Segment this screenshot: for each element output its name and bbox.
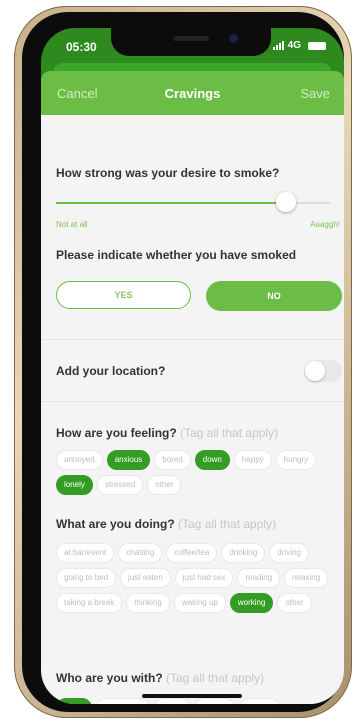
tag-coffee-tea[interactable]: coffee/tea [166, 543, 218, 563]
tag-taking-a-break[interactable]: taking a break [56, 593, 123, 613]
tag-other[interactable]: other [147, 475, 182, 495]
tag-happy[interactable]: happy [233, 450, 272, 470]
desire-question: How strong was your desire to smoke? [56, 166, 280, 180]
feeling-hint: (Tag all that apply) [180, 426, 279, 440]
tag-driving[interactable]: driving [269, 543, 309, 563]
feeling-tags: annoyed anxious bored down happy hungry lonely… [56, 450, 326, 495]
tag-partner[interactable]: partner [238, 698, 281, 704]
tag-down[interactable]: down [194, 450, 230, 470]
tag-alone[interactable]: alone [56, 698, 92, 704]
status-icons: 4G [272, 40, 326, 51]
tag-stressed[interactable]: stressed [96, 475, 144, 495]
doing-tags: at bar/event chatting coffee/tea drinking dr… [56, 543, 332, 613]
slider-min-label: Not at all [56, 220, 88, 229]
tag-hungry[interactable]: hungry [275, 450, 317, 470]
tag-just-had-sex[interactable]: just had sex [174, 568, 234, 588]
slider-max-label: Aaaggh! [310, 220, 340, 229]
yes-button[interactable]: YES [56, 281, 191, 309]
status-bar: 05:30 4G [41, 28, 344, 64]
notch [111, 28, 271, 56]
tag-just-eaten[interactable]: just eaten [120, 568, 171, 588]
tag-annoyed[interactable]: annoyed [56, 450, 103, 470]
location-toggle[interactable] [304, 360, 342, 382]
tag-lonely[interactable]: lonely [56, 475, 93, 495]
page-title: Cravings [164, 86, 221, 101]
nav-bar: Cancel Cravings Save [41, 71, 344, 115]
tag-working[interactable]: working [229, 593, 274, 613]
with-question: Who are you with? (Tag all that apply) [56, 671, 264, 685]
tag-family[interactable]: family [153, 698, 191, 704]
tag-bored[interactable]: bored [154, 450, 191, 470]
tag-other[interactable]: other [277, 593, 312, 613]
doing-question: What are you doing? (Tag all that apply) [56, 517, 276, 531]
tag-drinking[interactable]: drinking [221, 543, 266, 563]
tag-chatting[interactable]: chatting [118, 543, 163, 563]
tag-anxious[interactable]: anxious [106, 450, 151, 470]
with-hint: (Tag all that apply) [166, 671, 265, 685]
tag-thinking[interactable]: thinking [126, 593, 170, 613]
doing-question-text: What are you doing? [56, 517, 175, 531]
save-button[interactable]: Save [300, 86, 330, 101]
divider [41, 401, 344, 402]
home-indicator [142, 694, 242, 698]
tag-waking-up[interactable]: waking up [173, 593, 226, 613]
feeling-question-text: How are you feeling? [56, 426, 177, 440]
feeling-question: How are you feeling? (Tag all that apply… [56, 426, 278, 440]
toggle-knob [305, 361, 325, 381]
status-time: 05:30 [66, 40, 97, 54]
battery-icon [308, 41, 326, 50]
front-camera [229, 34, 238, 43]
signal-icon [272, 41, 284, 50]
tag-relaxing[interactable]: relaxing [284, 568, 329, 588]
with-tags: alonecolleaguesfamilyfriendspartner [56, 698, 336, 704]
tag-reading[interactable]: reading [237, 568, 281, 588]
tag-going-to-bed[interactable]: going to bed [56, 568, 117, 588]
tag-at-bar-event[interactable]: at bar/event [56, 543, 115, 563]
desire-slider-fill [56, 202, 286, 204]
location-label: Add your location? [56, 364, 166, 378]
phone-screen: 05:30 4G Cancel Cravings Save How strong… [41, 28, 344, 704]
tag-colleagues[interactable]: colleagues [95, 698, 150, 704]
network-label: 4G [287, 40, 301, 51]
with-question-text: Who are you with? [56, 671, 163, 685]
smoked-question: Please indicate whether you have smoked [56, 248, 297, 262]
divider [41, 339, 344, 340]
tag-friends[interactable]: friends [194, 698, 235, 704]
doing-hint: (Tag all that apply) [178, 517, 277, 531]
speaker-grille [173, 36, 209, 41]
no-button[interactable]: NO [206, 281, 342, 311]
cravings-sheet: Cancel Cravings Save How strong was your… [41, 71, 344, 704]
desire-slider-thumb[interactable] [276, 192, 296, 212]
